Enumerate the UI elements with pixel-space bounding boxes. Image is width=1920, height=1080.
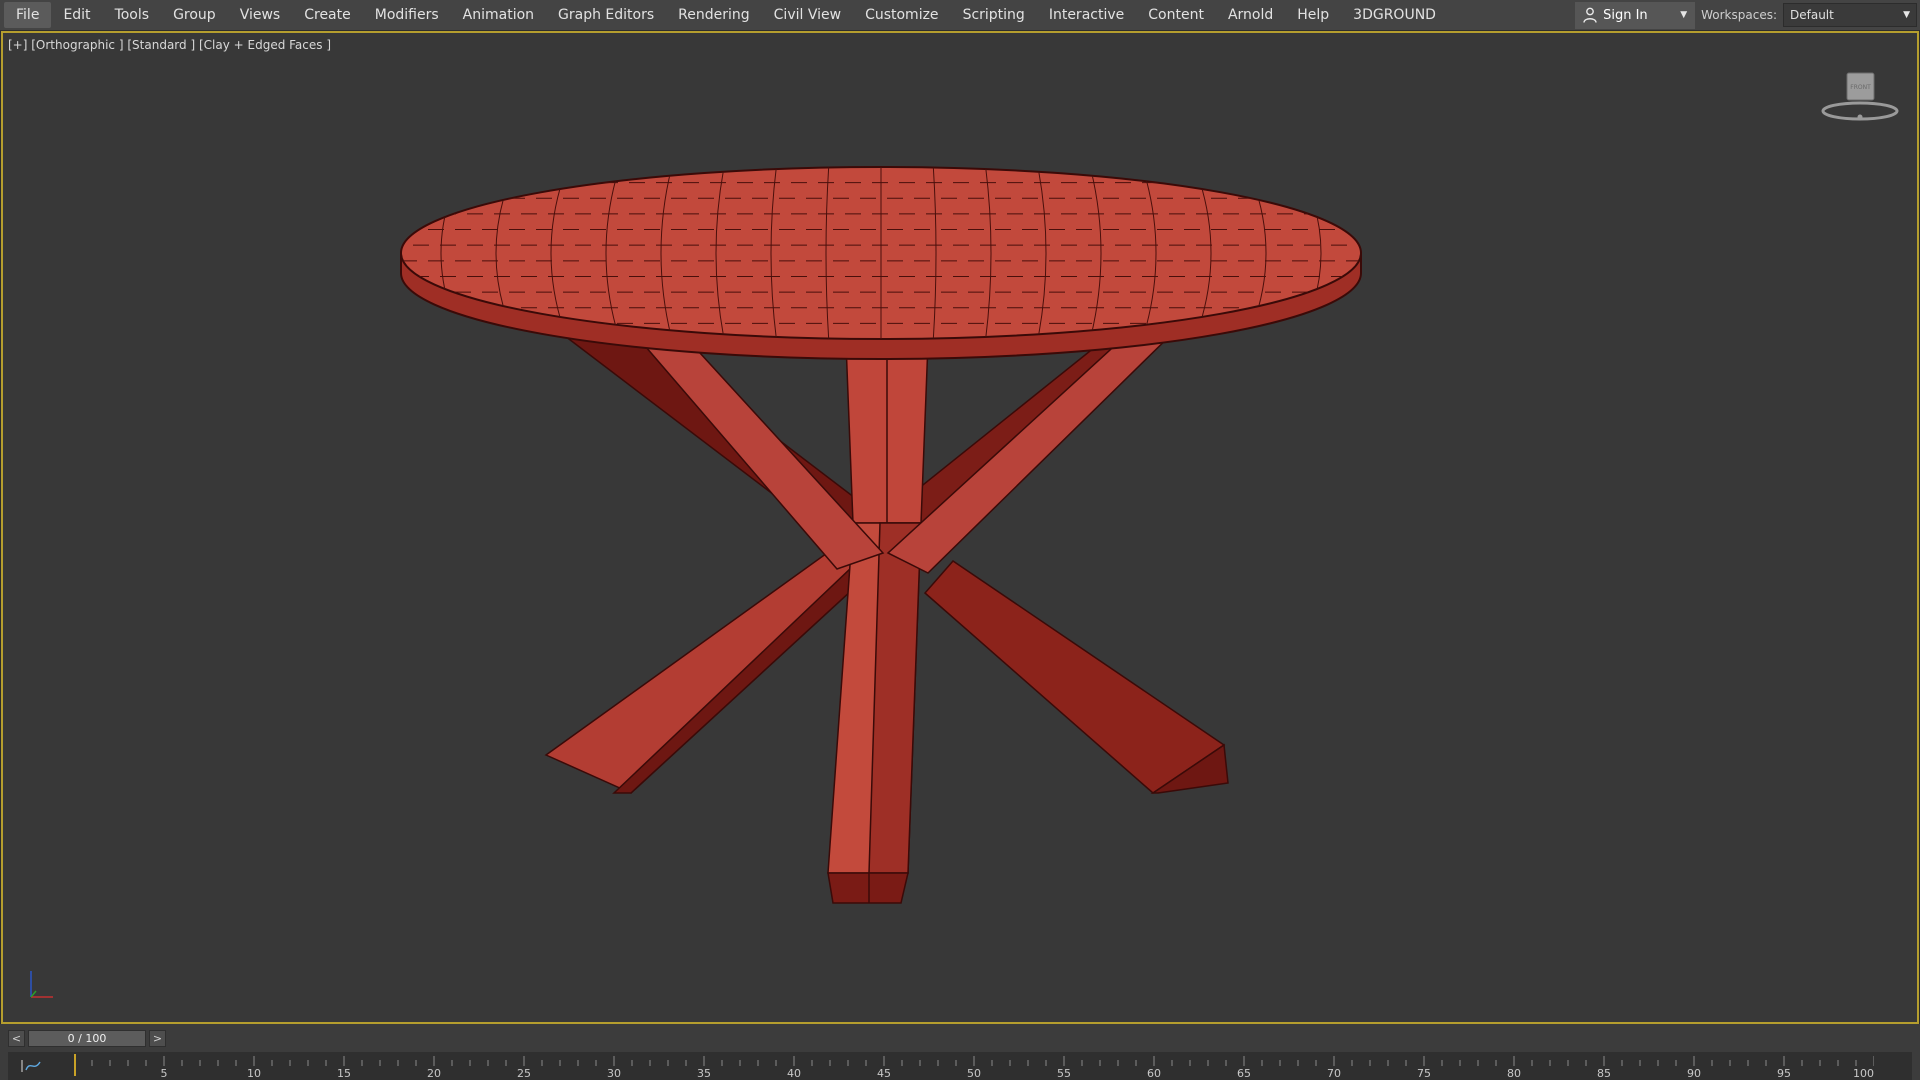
menu-3dground[interactable]: 3DGROUND: [1341, 2, 1448, 28]
menu-edit[interactable]: Edit: [51, 2, 102, 28]
sign-in-label: Sign In: [1603, 7, 1648, 23]
viewport-menu-plus[interactable]: [+]: [8, 38, 27, 52]
viewport-style-label[interactable]: [Clay + Edged Faces ]: [199, 38, 331, 52]
ruler-tick-label: 85: [1597, 1067, 1611, 1080]
chevron-down-icon: ▼: [1903, 10, 1910, 20]
previous-frame-button[interactable]: <: [8, 1030, 25, 1047]
ruler-tick-label: 10: [247, 1067, 261, 1080]
menu-bar: File Edit Tools Group Views Create Modif…: [0, 0, 1920, 31]
workspaces-select[interactable]: Default ▼: [1783, 3, 1917, 27]
viewcube-icon[interactable]: FRONT: [1819, 71, 1901, 123]
viewport-orthographic[interactable]: [+] [Orthographic ] [Standard ] [Clay + …: [1, 31, 1919, 1024]
ruler-tick-label: 65: [1237, 1067, 1251, 1080]
ruler-tick-label: 20: [427, 1067, 441, 1080]
menu-customize[interactable]: Customize: [853, 2, 951, 28]
viewport-view-label[interactable]: [Orthographic ]: [31, 38, 123, 52]
table-model: [400, 166, 1362, 904]
mini-curve-editor-icon[interactable]: [18, 1058, 48, 1074]
menu-help[interactable]: Help: [1285, 2, 1341, 28]
sign-in-dropdown[interactable]: Sign In ▼: [1575, 1, 1696, 29]
ruler-tick-label: 30: [607, 1067, 621, 1080]
user-icon: [1583, 7, 1597, 23]
ruler-tick-label: 40: [787, 1067, 801, 1080]
menu-views[interactable]: Views: [228, 2, 293, 28]
menu-animation[interactable]: Animation: [451, 2, 546, 28]
ruler-tick-label: 15: [337, 1067, 351, 1080]
next-frame-button[interactable]: >: [149, 1030, 166, 1047]
viewcube-face-label: FRONT: [1850, 84, 1871, 91]
ruler-tick-label: 80: [1507, 1067, 1521, 1080]
ruler-tick-label: 95: [1777, 1067, 1791, 1080]
menu-arnold[interactable]: Arnold: [1216, 2, 1285, 28]
timeline-area: < 0 / 100 > 5 10 15 20 25 30 35 40 45 50 55 60 65 70 7…: [0, 1024, 1920, 1080]
menu-modifiers[interactable]: Modifiers: [363, 2, 451, 28]
menu-scripting[interactable]: Scripting: [951, 2, 1037, 28]
axis-tripod-icon: [30, 971, 53, 998]
chevron-down-icon: ▼: [1680, 10, 1688, 20]
current-frame-marker: [74, 1054, 76, 1076]
ruler-tick-label: 90: [1687, 1067, 1701, 1080]
ruler-tick-label: 25: [517, 1067, 531, 1080]
time-slider-frame[interactable]: 0 / 100: [28, 1030, 146, 1047]
viewport-shading-label[interactable]: [Standard ]: [127, 38, 195, 52]
table-leg-front-right: [886, 321, 1186, 574]
ruler-tick-label: 75: [1417, 1067, 1431, 1080]
menu-create[interactable]: Create: [292, 2, 363, 28]
timeline-ruler[interactable]: 5 10 15 20 25 30 35 40 45 50 55 60 65 70 75 80 85 90 95 100: [74, 1052, 1874, 1080]
workspaces-label: Workspaces:: [1701, 8, 1777, 22]
table-leg-front-left: [625, 324, 885, 570]
ruler-tick-label: 50: [967, 1067, 981, 1080]
workspaces-value: Default: [1790, 8, 1834, 22]
menu-group[interactable]: Group: [161, 2, 228, 28]
ruler-tick-label: 5: [161, 1067, 168, 1080]
ruler-tick-label: 100: [1853, 1067, 1874, 1080]
menu-content[interactable]: Content: [1136, 2, 1216, 28]
viewport-label: [+] [Orthographic ] [Standard ] [Clay + …: [8, 38, 331, 52]
menu-civil-view[interactable]: Civil View: [762, 2, 853, 28]
menu-interactive[interactable]: Interactive: [1037, 2, 1136, 28]
time-slider[interactable]: < 0 / 100 >: [8, 1029, 166, 1048]
menu-tools[interactable]: Tools: [103, 2, 162, 28]
ruler-tick-label: 45: [877, 1067, 891, 1080]
table-leg-front: [827, 342, 929, 904]
ruler-tick-label: 70: [1327, 1067, 1341, 1080]
ruler-tick-label: 60: [1147, 1067, 1161, 1080]
ruler-tick-label: 55: [1057, 1067, 1071, 1080]
menu-file[interactable]: File: [4, 2, 52, 28]
track-bar[interactable]: 5 10 15 20 25 30 35 40 45 50 55 60 65 70 75 80 85 90 95 100: [8, 1052, 1912, 1080]
ruler-tick-label: 35: [697, 1067, 711, 1080]
menu-graph-editors[interactable]: Graph Editors: [546, 2, 666, 28]
menu-rendering[interactable]: Rendering: [666, 2, 762, 28]
